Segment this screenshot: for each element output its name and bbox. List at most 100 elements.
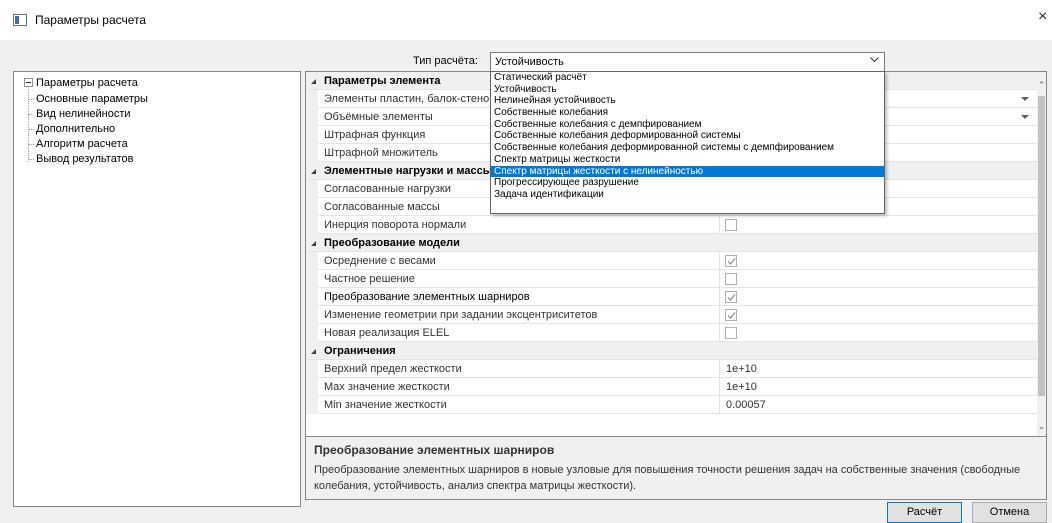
collapse-arrow-icon[interactable] — [310, 166, 317, 174]
column-divider — [719, 396, 720, 414]
checkbox-checked[interactable] — [725, 255, 737, 267]
tree-item-basic[interactable]: Основные параметры — [28, 93, 148, 105]
close-icon[interactable]: × — [1038, 8, 1052, 26]
category-label: Преобразование модели — [324, 237, 460, 249]
scroll-up-icon[interactable]: ⌃ — [1037, 80, 1046, 90]
property-row[interactable]: Min значение жесткости 0.00057 — [306, 396, 1039, 414]
property-name: Верхний предел жесткости — [324, 363, 462, 375]
property-row[interactable]: Частное решение — [306, 270, 1039, 288]
tree-root[interactable]: Параметры расчета — [24, 77, 138, 89]
dropdown-option[interactable]: Собственные колебания деформированной си… — [491, 142, 884, 154]
dropdown-option[interactable]: Нелинейная устойчивость — [491, 95, 884, 107]
calc-type-select[interactable]: Устойчивость — [490, 52, 885, 72]
row-gutter — [306, 324, 318, 342]
column-divider — [719, 252, 720, 270]
column-divider — [719, 360, 720, 378]
property-name: Изменение геометрии при задании эксцентр… — [324, 309, 598, 321]
scroll-thumb[interactable] — [1038, 96, 1045, 396]
dropdown-option[interactable]: Устойчивость — [491, 84, 884, 96]
collapse-arrow-icon[interactable] — [310, 76, 317, 84]
category-model-transform[interactable]: Преобразование модели — [306, 234, 1039, 252]
description-text: Преобразование элементных шарниров в нов… — [314, 464, 1021, 492]
collapse-arrow-icon[interactable] — [310, 238, 317, 246]
property-name: Преобразование элементных шарниров — [324, 291, 530, 303]
column-divider — [719, 378, 720, 396]
window-title: Параметры расчета — [35, 13, 147, 27]
cancel-button[interactable]: Отмена — [972, 502, 1047, 523]
row-gutter — [306, 252, 318, 270]
property-value[interactable]: 1e+10 — [726, 381, 757, 393]
row-gutter — [306, 306, 318, 324]
property-name: Max значение жесткости — [324, 381, 450, 393]
collapse-icon[interactable] — [24, 78, 33, 87]
description-panel: Преобразование элементных шарниров Преоб… — [305, 437, 1047, 500]
row-gutter — [306, 144, 318, 162]
dropdown-option[interactable]: Собственные колебания деформированной си… — [491, 130, 884, 142]
category-label: Ограничения — [324, 345, 396, 357]
property-name: Новая реализация ELEL — [324, 327, 450, 339]
tree-item-output[interactable]: Вывод результатов — [28, 153, 133, 165]
row-gutter — [306, 180, 318, 198]
settings-tree: Параметры расчета Основные параметры Вид… — [13, 71, 301, 507]
tree-item-algorithm[interactable]: Алгоритм расчета — [28, 138, 128, 150]
property-row-selected[interactable]: Преобразование элементных шарниров — [306, 288, 1039, 306]
property-name: Осреднение с весами — [324, 255, 436, 267]
calc-type-label: Тип расчёта: — [413, 55, 478, 67]
tree-item-nonlinearity[interactable]: Вид нелинейности — [28, 108, 131, 120]
calculate-button[interactable]: Расчёт — [887, 502, 962, 523]
row-gutter — [306, 108, 318, 126]
category-limits[interactable]: Ограничения — [306, 342, 1039, 360]
row-gutter — [306, 288, 318, 306]
property-value[interactable]: 1e+10 — [726, 363, 757, 375]
property-name: Частное решение — [324, 273, 415, 285]
checkbox-unchecked[interactable] — [725, 327, 737, 339]
tree-root-label: Параметры расчета — [36, 77, 138, 89]
row-gutter — [306, 198, 318, 216]
dropdown-arrow-icon[interactable] — [1021, 97, 1029, 101]
scroll-down-icon[interactable]: ⌄ — [1037, 421, 1046, 431]
property-row[interactable]: Верхний предел жесткости 1e+10 — [306, 360, 1039, 378]
column-divider — [719, 288, 720, 306]
property-row[interactable]: Инерция поворота нормали — [306, 216, 1039, 234]
title-bar: Параметры расчета × — [0, 0, 1052, 40]
property-value[interactable]: 0.00057 — [726, 399, 766, 411]
row-gutter — [306, 360, 318, 378]
dropdown-option[interactable]: Собственные колебания с демпфированием — [491, 119, 884, 131]
vertical-scrollbar[interactable]: ⌃ ⌄ — [1037, 72, 1046, 436]
property-row[interactable]: Изменение геометрии при задании эксцентр… — [306, 306, 1039, 324]
dropdown-option-highlighted[interactable]: Спектр матрицы жесткости с нелинейностью — [491, 165, 884, 178]
category-label: Параметры элемента — [324, 75, 441, 87]
property-row[interactable]: Новая реализация ELEL — [306, 324, 1039, 342]
property-row[interactable]: Max значение жесткости 1e+10 — [306, 378, 1039, 396]
calc-type-dropdown-list[interactable]: Статический расчёт Устойчивость Нелинейн… — [490, 71, 885, 214]
checkbox-checked[interactable] — [725, 291, 737, 303]
row-gutter — [306, 270, 318, 288]
row-gutter — [306, 90, 318, 108]
row-gutter — [306, 126, 318, 144]
window-icon — [13, 14, 27, 26]
row-gutter — [306, 378, 318, 396]
checkbox-unchecked[interactable] — [725, 273, 737, 285]
property-name: Min значение жесткости — [324, 399, 447, 411]
checkbox-checked[interactable] — [725, 309, 737, 321]
collapse-arrow-icon[interactable] — [310, 346, 317, 354]
row-gutter — [306, 216, 318, 234]
calc-type-value: Устойчивость — [495, 56, 564, 68]
column-divider — [719, 324, 720, 342]
dropdown-option[interactable]: Задача идентификации — [491, 189, 884, 201]
column-divider — [719, 270, 720, 288]
dropdown-option[interactable]: Статический расчёт — [491, 72, 884, 84]
tree-item-additional[interactable]: Дополнительно — [28, 123, 115, 135]
column-divider — [719, 306, 720, 324]
checkbox-unchecked[interactable] — [725, 219, 737, 231]
dropdown-option[interactable]: Спектр матрицы жесткости — [491, 154, 884, 166]
description-title: Преобразование элементных шарниров — [314, 443, 555, 457]
row-gutter — [306, 396, 318, 414]
category-label: Элементные нагрузки и массы — [324, 165, 493, 177]
chevron-down-icon[interactable] — [870, 57, 879, 65]
property-name: Инерция поворота нормали — [324, 219, 467, 231]
dropdown-arrow-icon[interactable] — [1021, 115, 1029, 119]
property-row[interactable]: Осреднение с весами — [306, 252, 1039, 270]
dropdown-option[interactable]: Собственные колебания — [491, 107, 884, 119]
dropdown-option[interactable]: Прогрессирующее разрушение — [491, 177, 884, 189]
